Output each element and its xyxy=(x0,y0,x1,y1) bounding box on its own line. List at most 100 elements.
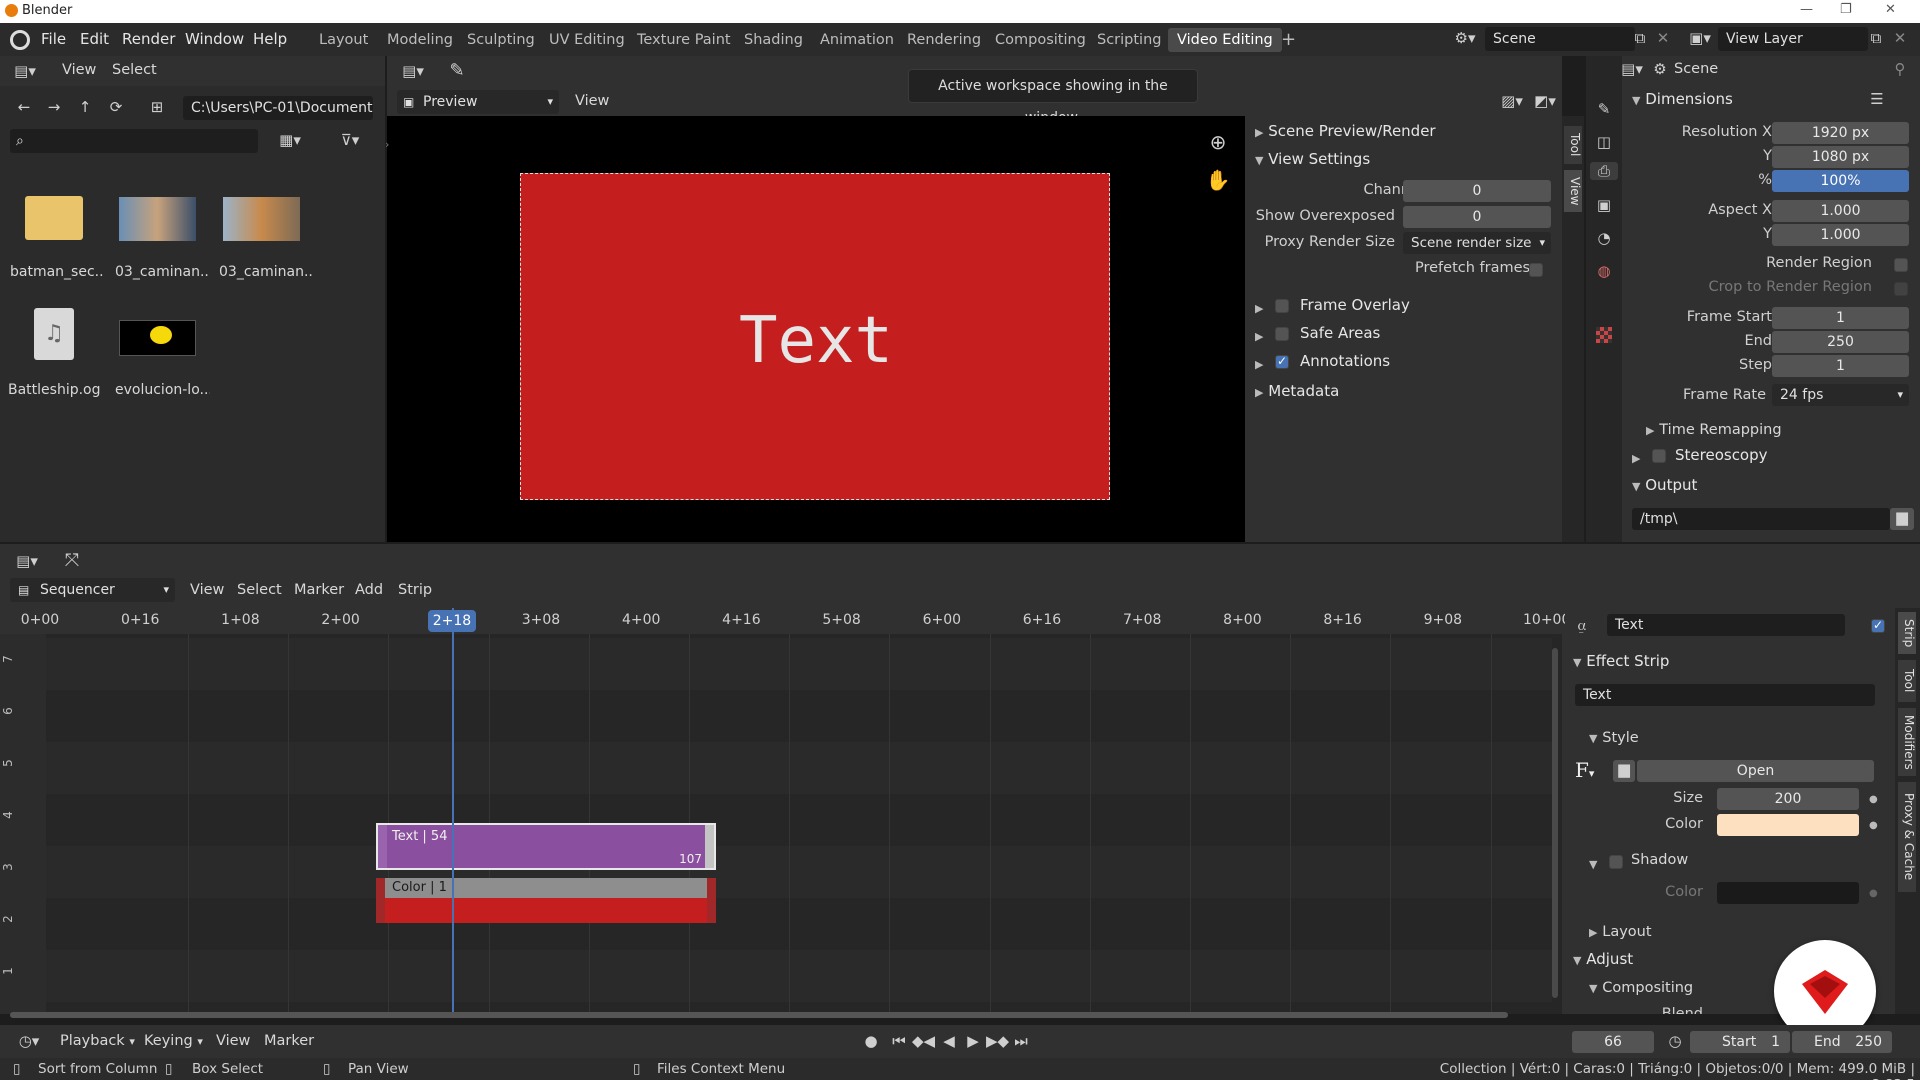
jump-start-icon[interactable]: ⏮ xyxy=(888,1032,910,1050)
menu-window[interactable]: Window xyxy=(185,23,244,56)
new-view-layer-icon[interactable]: ⧉ xyxy=(1866,29,1886,47)
preview-menu-view[interactable]: View xyxy=(575,93,609,109)
play-reverse-icon[interactable]: ◀ xyxy=(938,1032,960,1050)
refresh-icon[interactable]: ⟳ xyxy=(105,98,127,116)
strip-mute-checkbox[interactable] xyxy=(1871,618,1885,633)
current-frame-indicator[interactable]: 2+18 xyxy=(428,610,476,632)
frame-start-field[interactable]: 1 xyxy=(1772,307,1909,329)
scene-icon[interactable]: ⚙▾ xyxy=(1450,29,1480,47)
size-field[interactable]: 200 xyxy=(1717,788,1859,810)
horizontal-scrollbar[interactable] xyxy=(10,1012,1508,1018)
filter-icon[interactable]: ⊽▾ xyxy=(330,131,370,149)
render-region-checkbox[interactable] xyxy=(1894,258,1908,272)
minimize-button[interactable]: — xyxy=(1800,2,1813,17)
back-icon[interactable]: ← xyxy=(13,98,35,116)
keyframe-dot-icon[interactable]: ● xyxy=(1869,888,1878,899)
preview-range-icon[interactable]: ◷ xyxy=(1664,1032,1686,1050)
record-icon[interactable]: ● xyxy=(860,1032,882,1050)
shadow-color-swatch[interactable] xyxy=(1717,882,1859,904)
text-color-swatch[interactable] xyxy=(1717,814,1859,836)
overlay-icon[interactable]: ▨▾ xyxy=(1497,92,1527,110)
timeline-menu-playback[interactable]: Playback ▾ xyxy=(60,1033,135,1049)
frame-rate-dropdown[interactable]: 24 fps ▾ xyxy=(1772,384,1909,406)
sequencer-mode-dropdown[interactable]: Sequencer ▾ ▤ xyxy=(10,578,175,602)
style-row[interactable]: ▼ Style xyxy=(1589,728,1639,746)
overexposed-field[interactable]: 0 xyxy=(1403,206,1551,228)
file-search-input[interactable]: ⌕ xyxy=(10,129,258,153)
file-item-label[interactable]: batman_sec... xyxy=(10,264,105,280)
file-item-label[interactable]: evolucion-lo... xyxy=(115,382,210,398)
effect-type-field[interactable]: Text xyxy=(1575,684,1875,706)
stereoscopy-row[interactable]: ▶ xyxy=(1632,448,1640,466)
new-folder-icon[interactable]: ⊞ xyxy=(146,98,168,116)
parent-directory-icon[interactable]: ↑ xyxy=(74,98,96,116)
font-open-button[interactable]: Open xyxy=(1637,760,1874,782)
output-row[interactable]: ▼ Output xyxy=(1632,476,1697,494)
view-settings-row[interactable]: ▼ View Settings xyxy=(1255,150,1370,168)
channel-track[interactable] xyxy=(46,898,1552,950)
fb-menu-select[interactable]: Select xyxy=(112,62,157,78)
editor-type-icon[interactable]: ▤▾ xyxy=(398,62,428,80)
select-tool-icon[interactable]: ⤧ xyxy=(60,550,84,571)
delete-scene-icon[interactable]: ✕ xyxy=(1653,29,1673,47)
add-workspace-button[interactable]: + xyxy=(1272,28,1305,52)
tab-shading[interactable]: Shading xyxy=(735,28,812,52)
strip-handle-right[interactable] xyxy=(705,825,714,868)
fb-menu-view[interactable]: View xyxy=(62,62,96,78)
compositing-row[interactable]: ▼ Compositing xyxy=(1589,978,1693,996)
crop-region-checkbox[interactable] xyxy=(1894,282,1908,296)
frame-step-field[interactable]: 1 xyxy=(1772,355,1909,377)
scene-properties-icon[interactable]: ◔ xyxy=(1594,229,1614,247)
gizmo-icon[interactable]: ◩▾ xyxy=(1530,92,1560,110)
tab-layout[interactable]: Layout xyxy=(310,28,377,52)
play-icon[interactable]: ▶ xyxy=(962,1032,984,1050)
jump-keyframe-forward-icon[interactable]: ▶◆ xyxy=(986,1032,1009,1050)
file-item-label[interactable]: 03_caminan... xyxy=(115,264,210,280)
tab-modeling[interactable]: Modeling xyxy=(378,28,462,52)
strip-handle-right[interactable] xyxy=(707,878,716,923)
jump-end-icon[interactable]: ⏭ xyxy=(1010,1032,1032,1050)
aspect-y-field[interactable]: 1.000 xyxy=(1772,224,1909,246)
render-properties-icon[interactable]: ◫ xyxy=(1594,133,1614,151)
jump-keyframe-back-icon[interactable]: ◆◀ xyxy=(912,1032,935,1050)
seq-menu-view[interactable]: View xyxy=(190,582,224,598)
tab-strip[interactable]: Strip xyxy=(1898,612,1916,654)
time-remapping-row[interactable]: ▶ Time Remapping xyxy=(1646,420,1782,438)
metadata-row[interactable]: ▶ Metadata xyxy=(1255,382,1339,400)
display-mode-icon[interactable]: ▦▾ xyxy=(270,131,310,149)
strip-color[interactable]: Color | 1 xyxy=(376,878,716,923)
shadow-checkbox[interactable] xyxy=(1609,855,1623,869)
folder-open-icon[interactable]: ▆ xyxy=(1613,760,1635,782)
video-thumbnail-icon[interactable] xyxy=(223,197,300,241)
font-icon[interactable]: F▾ xyxy=(1575,758,1615,782)
tab-compositing[interactable]: Compositing xyxy=(986,28,1095,52)
strip-handle-left[interactable] xyxy=(378,825,387,868)
sequencer-timeline[interactable]: 0+00 0+16 1+08 2+00 2+18 3+08 4+00 4+16 5+08 6+00… xyxy=(0,608,1692,1018)
editor-type-icon[interactable]: ▤▾ xyxy=(10,62,40,80)
resolution-x-field[interactable]: 1920 px xyxy=(1772,122,1909,144)
tab-tool[interactable]: Tool xyxy=(1564,126,1582,164)
zoom-icon[interactable]: ⊕ xyxy=(1205,130,1231,154)
audio-file-icon[interactable]: ♫ xyxy=(34,308,74,360)
tab-modifiers[interactable]: Modifiers xyxy=(1898,708,1916,776)
seq-menu-marker[interactable]: Marker xyxy=(294,582,344,598)
file-item-label[interactable]: Battleship.og xyxy=(8,382,103,398)
tab-sculpting[interactable]: Sculpting xyxy=(458,28,544,52)
strip-name-field[interactable]: Text xyxy=(1607,614,1845,636)
tab-uv-editing[interactable]: UV Editing xyxy=(540,28,634,52)
tab-rendering[interactable]: Rendering xyxy=(898,28,990,52)
resolution-percent-slider[interactable]: 100% xyxy=(1772,170,1909,192)
sample-tool-icon[interactable]: ✎ xyxy=(445,60,469,81)
tab-animation[interactable]: Animation xyxy=(811,28,903,52)
frame-overlay-checkbox[interactable] xyxy=(1275,299,1289,313)
safe-areas-row[interactable]: ▶ xyxy=(1255,326,1263,344)
timeline-menu-view[interactable]: View xyxy=(216,1033,250,1049)
seq-menu-add[interactable]: Add xyxy=(355,582,383,598)
tab-scripting[interactable]: Scripting xyxy=(1088,28,1170,52)
dimensions-row[interactable]: ▼ Dimensions xyxy=(1632,90,1733,108)
delete-view-layer-icon[interactable]: ✕ xyxy=(1890,29,1910,47)
channel-track[interactable] xyxy=(46,794,1552,846)
blender-menu-icon[interactable] xyxy=(10,30,30,50)
pan-hand-icon[interactable]: ✋ xyxy=(1205,168,1231,192)
world-properties-icon[interactable]: ◍ xyxy=(1594,262,1614,280)
